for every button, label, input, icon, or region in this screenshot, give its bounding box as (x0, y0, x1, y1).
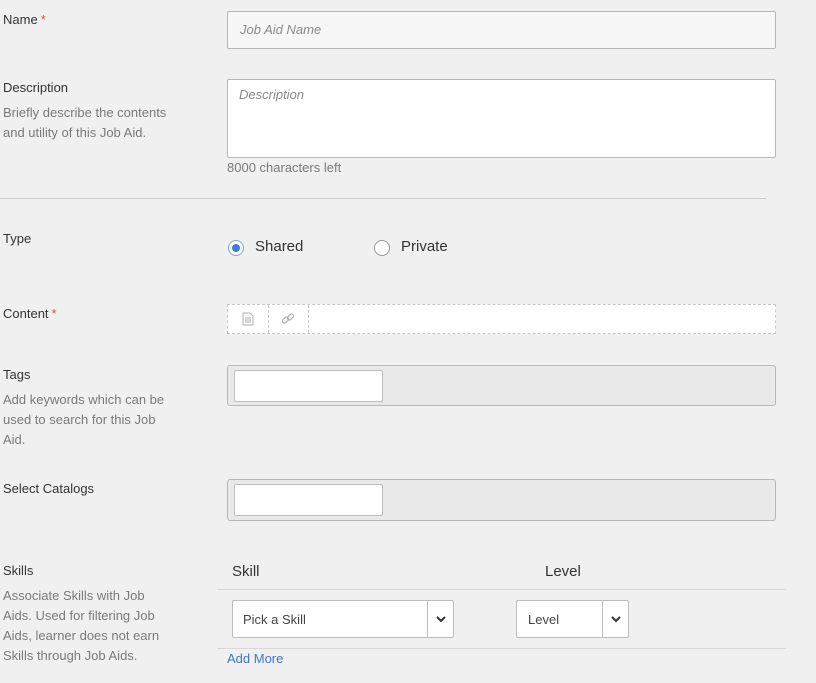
tags-field (227, 365, 776, 406)
level-select-value: Level (528, 612, 560, 627)
skill-select[interactable]: Pick a Skill (232, 600, 454, 638)
level-select[interactable]: Level (516, 600, 629, 638)
name-label: Name * (3, 12, 46, 27)
skills-row-divider (217, 648, 786, 649)
chevron-down-icon[interactable] (427, 601, 453, 637)
description-textarea[interactable]: Description (227, 79, 776, 158)
chars-left-counter: 8000 characters left (227, 160, 342, 175)
content-label: Content * (3, 306, 57, 321)
catalogs-label: Select Catalogs (3, 481, 95, 496)
required-mark: * (51, 306, 57, 321)
radio-shared-indicator[interactable] (228, 240, 244, 256)
job-aid-name-input[interactable]: Job Aid Name (227, 11, 776, 49)
tags-input[interactable] (234, 370, 383, 402)
skills-header-divider (217, 589, 786, 590)
document-icon[interactable] (228, 305, 269, 333)
tags-help: Add keywords which can be used to search… (3, 392, 165, 447)
radio-private-label: Private (401, 238, 448, 255)
add-more-link[interactable]: Add More (227, 651, 283, 666)
level-column-header: Level (545, 563, 581, 580)
description-placeholder: Description (239, 87, 305, 102)
required-mark: * (40, 12, 46, 27)
content-toolbar (227, 304, 776, 334)
description-label: Description (3, 80, 69, 95)
radio-private-indicator[interactable] (374, 240, 390, 256)
description-help: Briefly describe the contents and utilit… (3, 105, 167, 140)
link-icon[interactable] (268, 305, 309, 333)
tags-label: Tags (3, 367, 31, 382)
catalogs-input[interactable] (234, 484, 383, 516)
section-divider (0, 198, 766, 199)
skill-column-header: Skill (232, 563, 260, 580)
skill-select-value: Pick a Skill (243, 612, 306, 627)
skills-label: Skills (3, 563, 34, 578)
radio-shared-label: Shared (255, 238, 304, 255)
catalogs-field (227, 479, 776, 521)
type-label: Type (3, 231, 32, 246)
name-placeholder: Job Aid Name (240, 22, 322, 37)
skills-help: Associate Skills with Job Aids. Used for… (3, 588, 160, 663)
chevron-down-icon[interactable] (602, 601, 628, 637)
